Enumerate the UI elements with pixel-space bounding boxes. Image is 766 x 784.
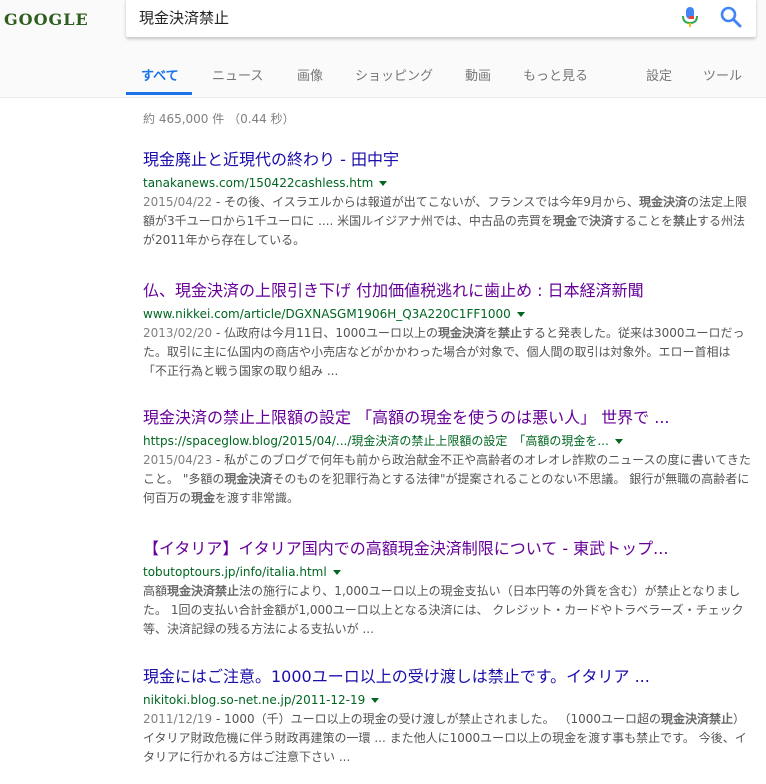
snippet-text: で <box>576 214 589 228</box>
search-result: 現金決済の禁止上限額の設定 「高額の現金を使うのは悪い人」 世界で ... ht… <box>143 407 753 508</box>
result-title-link[interactable]: 仏、現金決済の上限引き下げ 付加価値税逃れに歯止め : 日本経済新聞 <box>143 280 753 302</box>
result-url: tobutoptours.jp/info/italia.html <box>143 563 753 581</box>
result-title-link[interactable]: 現金廃止と近現代の終わり - 田中宇 <box>143 149 753 171</box>
snippet-text: を渡す非常識。 <box>215 491 300 505</box>
tab-tools[interactable]: ツール <box>703 65 742 84</box>
search-result: 現金廃止と近現代の終わり - 田中宇 tanakanews.com/150422… <box>143 149 753 250</box>
google-logo[interactable]: GOOGLE <box>4 9 100 29</box>
result-stats: 約 465,000 件 （0.44 秒） <box>143 112 295 126</box>
snippet-text: - その後、イスラエルからは報道が出てこないが、フランスでは今年9月から、 <box>212 195 639 209</box>
tab-news[interactable]: ニュース <box>212 65 263 84</box>
search-result: 現金にはご注意。1000ユーロ以上の受け渡しは禁止です。イタリア ... nik… <box>143 666 753 767</box>
snippet-highlight: 禁止 <box>497 326 522 340</box>
tab-more[interactable]: もっと見る <box>523 65 588 84</box>
result-date: 2013/02/20 <box>143 326 213 340</box>
tab-videos[interactable]: 動画 <box>465 65 491 84</box>
dropdown-arrow-icon[interactable] <box>516 312 525 317</box>
search-input[interactable] <box>139 7 659 27</box>
snippet-text: することを <box>612 214 673 228</box>
result-url-text: tanakanews.com/150422cashless.htm <box>143 176 374 190</box>
result-date: 2011/12/19 <box>143 712 213 726</box>
result-date: 2015/04/22 <box>143 195 213 209</box>
result-snippet: 高額現金決済禁止法の施行により、1,000ユーロ以上の現金支払い（日本円等の外貨… <box>143 582 753 639</box>
snippet-highlight: 禁止 <box>672 214 697 228</box>
snippet-highlight: 現金決済 <box>224 472 273 486</box>
tab-all[interactable]: すべて <box>141 65 179 84</box>
snippet-highlight: 決済 <box>588 214 613 228</box>
snippet-highlight: 現金 <box>552 214 577 228</box>
search-icon[interactable] <box>718 4 744 30</box>
result-title-link[interactable]: 現金決済の禁止上限額の設定 「高額の現金を使うのは悪い人」 世界で ... <box>143 407 753 429</box>
result-title-link[interactable]: 現金にはご注意。1000ユーロ以上の受け渡しは禁止です。イタリア ... <box>143 666 753 688</box>
result-url: www.nikkei.com/article/DGXNASGM1906H_Q3A… <box>143 305 753 323</box>
snippet-highlight: 現金決済 <box>638 195 687 209</box>
tab-images[interactable]: 画像 <box>297 65 323 84</box>
result-url: https://spaceglow.blog/2015/04/.../現金決済の… <box>143 432 753 450</box>
header: GOOGLE すべて ニュース 画像 ショッピング 動画 もっと見る 設定 ツー… <box>0 0 766 98</box>
snippet-highlight: 現金決済禁止 <box>661 712 734 726</box>
result-url-text: tobutoptours.jp/info/italia.html <box>143 565 327 579</box>
search-tabs: すべて ニュース 画像 ショッピング 動画 もっと見る 設定 ツール <box>126 58 766 96</box>
search-result: 仏、現金決済の上限引き下げ 付加価値税逃れに歯止め : 日本経済新聞 www.n… <box>143 280 753 381</box>
dropdown-arrow-icon[interactable] <box>614 439 623 444</box>
result-snippet: 2011/12/19 - 1000（千）ユーロ以上の現金の受け渡しが禁止されまし… <box>143 710 753 767</box>
snippet-text: - 1000（千）ユーロ以上の現金の受け渡しが禁止されました。 （1000ユーロ… <box>212 712 662 726</box>
result-snippet: 2015/04/23 - 私がこのブログで何年も前から政治献金不正や高齢者のオレ… <box>143 451 753 508</box>
tab-shopping[interactable]: ショッピング <box>355 65 433 84</box>
snippet-text: 高額 <box>143 584 168 598</box>
snippet-highlight: 現金 <box>191 491 216 505</box>
snippet-highlight: 現金決済 <box>437 326 486 340</box>
result-snippet: 2013/02/20 - 仏政府は今月11日、1000ユーロ以上の現金決済を禁止… <box>143 324 753 381</box>
snippet-text: - 仏政府は今月11日、1000ユーロ以上の <box>212 326 438 340</box>
result-url-text: nikitoki.blog.so-net.ne.jp/2011-12-19 <box>143 693 366 707</box>
result-date: 2015/04/23 <box>143 453 213 467</box>
result-url-text: www.nikkei.com/article/DGXNASGM1906H_Q3A… <box>143 307 511 321</box>
snippet-highlight: 現金決済禁止 <box>167 584 240 598</box>
search-result: 【イタリア】イタリア国内での高額現金決済制限について - 東武トップ... to… <box>143 538 753 639</box>
dropdown-arrow-icon[interactable] <box>371 698 380 703</box>
result-snippet: 2015/04/22 - その後、イスラエルからは報道が出てこないが、フランスで… <box>143 193 753 250</box>
result-url: tanakanews.com/150422cashless.htm <box>143 174 753 192</box>
microphone-icon[interactable] <box>679 4 701 30</box>
result-title-link[interactable]: 【イタリア】イタリア国内での高額現金決済制限について - 東武トップ... <box>143 538 753 560</box>
snippet-text: を <box>485 326 498 340</box>
active-tab-indicator <box>126 92 192 95</box>
logo-text: GOOGLE <box>4 10 89 29</box>
tab-settings[interactable]: 設定 <box>646 65 672 84</box>
result-url-text: https://spaceglow.blog/2015/04/.../現金決済の… <box>143 434 609 448</box>
result-url: nikitoki.blog.so-net.ne.jp/2011-12-19 <box>143 691 753 709</box>
dropdown-arrow-icon[interactable] <box>379 181 388 186</box>
dropdown-arrow-icon[interactable] <box>332 570 341 575</box>
search-box <box>126 0 756 37</box>
